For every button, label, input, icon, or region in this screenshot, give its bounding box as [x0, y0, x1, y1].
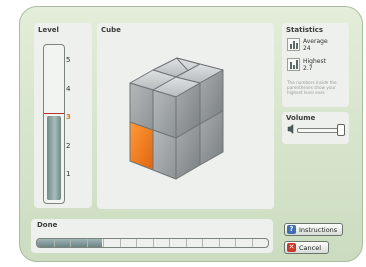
done-progress-bar	[36, 238, 269, 248]
progress-segment	[136, 239, 137, 247]
level-title: Level	[38, 26, 59, 34]
progress-segment	[103, 239, 104, 247]
cube-front-bottom-right[interactable]	[152, 129, 177, 180]
highest-value: 2.7	[303, 65, 313, 72]
level-1-label: 1	[66, 170, 71, 178]
cancel-button[interactable]: ✕ Cancel	[284, 241, 329, 254]
instructions-label: Instructions	[299, 225, 338, 234]
level-fill	[47, 116, 61, 200]
average-chart-icon	[287, 38, 300, 51]
level-gauge	[43, 44, 65, 204]
progress-segment	[153, 239, 154, 247]
statistics-note: The numbers inside the parentheses show …	[287, 80, 337, 95]
x-icon: ✕	[287, 243, 296, 252]
progress-segment	[186, 239, 187, 247]
progress-segment	[120, 239, 121, 247]
progress-segment	[70, 239, 71, 247]
done-title: Done	[37, 221, 58, 229]
speaker-icon[interactable]	[287, 124, 296, 134]
volume-slider-handle[interactable]	[337, 124, 345, 136]
instructions-button[interactable]: ? Instructions	[284, 223, 343, 236]
level-5-label: 5	[66, 56, 71, 64]
progress-segment	[202, 239, 203, 247]
cancel-label: Cancel	[299, 243, 322, 252]
level-2-label: 2	[66, 142, 71, 150]
cube-view[interactable]	[110, 48, 240, 188]
level-marker	[44, 113, 64, 114]
progress-segment	[87, 239, 88, 247]
cube-front-bottom-left-orange[interactable]	[129, 121, 154, 171]
highest-label: Highest	[303, 58, 326, 65]
average-label: Average	[303, 38, 328, 45]
volume-title: Volume	[286, 114, 316, 122]
highest-chart-icon	[287, 58, 300, 71]
level-4-label: 4	[66, 85, 71, 93]
question-icon: ?	[287, 225, 296, 234]
statistics-title: Statistics	[286, 26, 324, 34]
progress-segment	[54, 239, 55, 247]
progress-segment	[235, 239, 236, 247]
average-value: 24	[303, 45, 311, 52]
cube-title: Cube	[101, 26, 121, 34]
progress-segment	[252, 239, 253, 247]
level-3-label: 3	[66, 113, 71, 121]
progress-segment	[169, 239, 170, 247]
progress-segment	[219, 239, 220, 247]
